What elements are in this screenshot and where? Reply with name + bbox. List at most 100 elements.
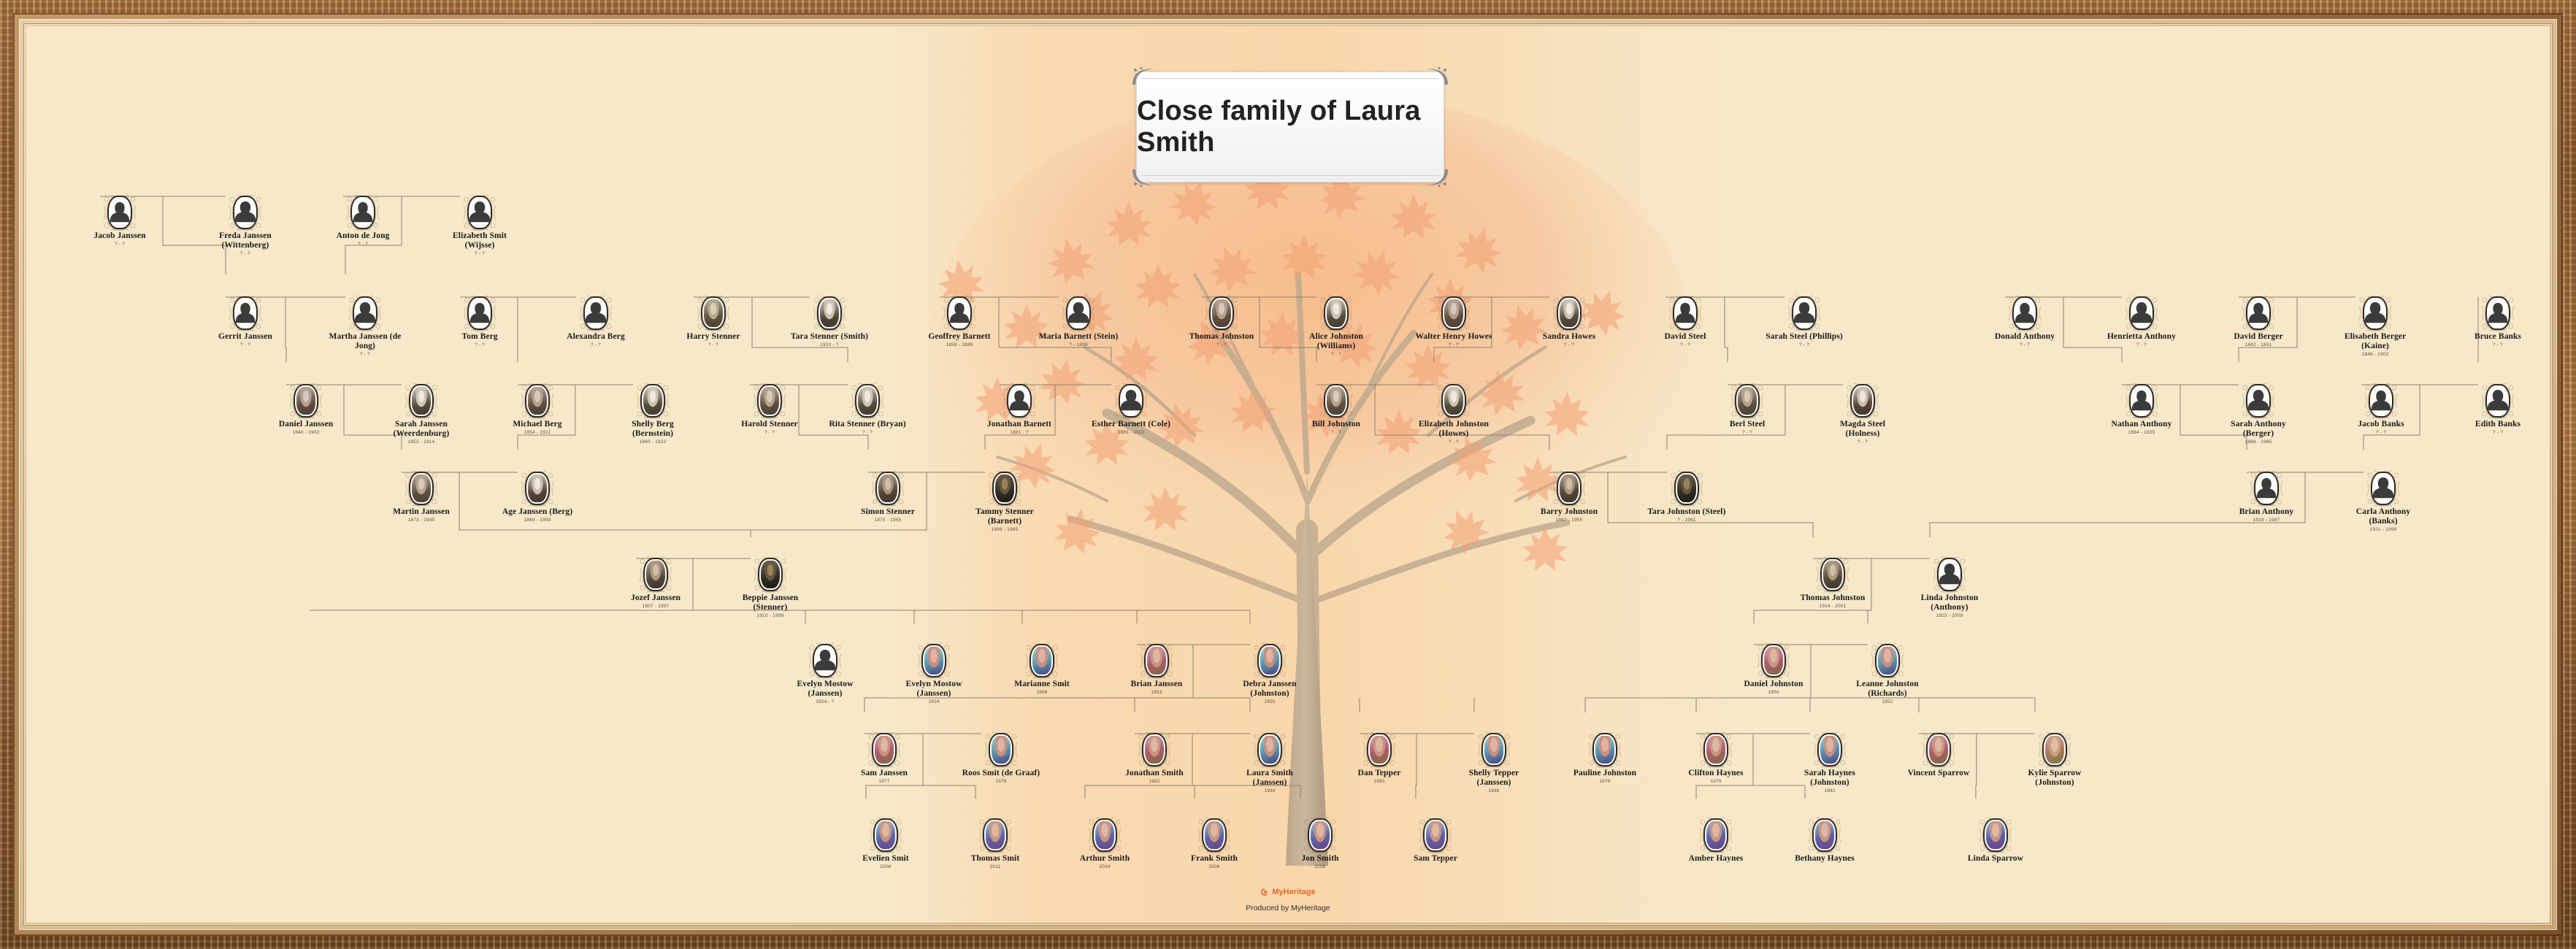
avatar[interactable] <box>521 470 554 507</box>
person-node-thomas-smit[interactable]: Thomas Smit 2011 <box>940 817 1050 870</box>
avatar[interactable] <box>405 383 438 419</box>
person-node-esther-barnett[interactable]: Esther Barnett (Cole) 1883 - 1922 <box>1076 383 1186 436</box>
myheritage-logo[interactable]: MyHeritage <box>1260 888 1316 896</box>
avatar[interactable] <box>229 194 262 231</box>
person-node-jonathan-barnett[interactable]: Jonathan Barnett 1881 - ? <box>965 383 1074 436</box>
person-node-beppie-janssen[interactable]: Beppie Janssen (Stenner) 1910 - 1999 <box>716 556 825 619</box>
avatar[interactable] <box>1813 731 1847 768</box>
avatar[interactable] <box>1588 731 1622 768</box>
avatar[interactable] <box>1816 556 1849 593</box>
avatar[interactable] <box>1362 731 1396 768</box>
avatar[interactable] <box>1757 642 1790 679</box>
avatar[interactable] <box>289 383 323 419</box>
avatar[interactable] <box>1477 731 1511 768</box>
person-node-martin-janssen[interactable]: Martin Janssen 1873 - 1945 <box>367 470 476 523</box>
person-node-david-berger[interactable]: David Berger 1842 - 1891 <box>2204 295 2313 348</box>
person-node-anton-de-jong[interactable]: Anton de Jong? - ? <box>308 194 418 247</box>
avatar[interactable] <box>463 194 497 231</box>
avatar[interactable] <box>1670 470 1703 507</box>
avatar[interactable] <box>851 383 884 419</box>
person-node-edith-banks[interactable]: Edith Banks? - ? <box>2443 383 2550 436</box>
avatar[interactable] <box>1787 295 1821 331</box>
avatar[interactable] <box>579 295 613 331</box>
person-node-barry-johnston[interactable]: Barry Johnston 1887 - 1955 <box>1514 470 1624 523</box>
person-node-rita-stenner[interactable]: Rita Stenner (Bryan)? - ? <box>813 383 922 436</box>
avatar[interactable] <box>1979 817 2012 853</box>
person-node-nathan-anthony[interactable]: Nathan Anthony 1884 - 1935 <box>2087 383 2196 436</box>
avatar[interactable] <box>2008 295 2042 331</box>
avatar[interactable] <box>754 556 787 593</box>
person-node-tara-stenner[interactable]: Tara Stenner (Smith) 1910 - ? <box>775 295 884 348</box>
person-node-simon-stenner[interactable]: Simon Stenner 1875 - 1955 <box>833 470 943 523</box>
avatar[interactable] <box>2242 383 2275 419</box>
person-node-tom-berg[interactable]: Tom Berg? - ? <box>425 295 534 348</box>
avatar[interactable] <box>2364 383 2398 419</box>
person-node-brian-janssen[interactable]: Brian Janssen 1953 <box>1102 642 1211 696</box>
avatar[interactable] <box>1197 817 1231 853</box>
avatar[interactable] <box>1552 295 1586 331</box>
person-node-evelien-smit[interactable]: Evelien Smit 2008 <box>831 817 940 870</box>
avatar[interactable] <box>1871 642 1904 679</box>
person-node-kylie-sparrow[interactable]: Kylie Sparrow (Johnston) <box>2000 731 2109 788</box>
person-node-magda-steel[interactable]: Magda Steel (Holness)? - ? <box>1808 383 1917 445</box>
person-node-jacob-banks[interactable]: Jacob Banks? - ? <box>2326 383 2436 436</box>
person-node-sam-tepper[interactable]: Sam Tepper <box>1381 817 1490 864</box>
person-node-david-steel[interactable]: David Steel? - ? <box>1630 295 1740 348</box>
avatar[interactable] <box>1140 642 1173 679</box>
avatar[interactable] <box>943 295 976 331</box>
person-node-arthur-smith[interactable]: Arthur Smith 2004 <box>1050 817 1159 870</box>
person-node-linda-johnston[interactable]: Linda Johnston (Anthony) 1915 - 2009 <box>1895 556 2004 619</box>
avatar[interactable] <box>984 731 1018 768</box>
person-node-jacob-janssen[interactable]: Jacob Janssen? - ? <box>65 194 175 247</box>
person-node-maria-barnett[interactable]: Maria Barnett (Stein)? - 1899 <box>1024 295 1133 348</box>
person-node-brian-anthony[interactable]: Brian Anthony 1918 - 1987 <box>2212 470 2321 523</box>
person-node-sarah-steel[interactable]: Sarah Steel (Phillips)? - ? <box>1749 295 1859 348</box>
avatar[interactable] <box>1419 817 1452 853</box>
avatar[interactable] <box>2481 383 2515 419</box>
avatar[interactable] <box>2038 731 2071 768</box>
person-node-elisabeth-berger[interactable]: Elisabeth Berger (Kaine) 1848 - 1902 <box>2320 295 2430 358</box>
avatar[interactable] <box>103 194 137 231</box>
person-node-pauline-johnston[interactable]: Pauline Johnston 1979 <box>1550 731 1660 785</box>
person-node-harold-stenner[interactable]: Harold Stenner? - ? <box>715 383 824 436</box>
avatar[interactable] <box>229 295 262 331</box>
person-node-tammy-stenner[interactable]: Tammy Stenner (Barnett) 1886 - 1965 <box>950 470 1059 533</box>
avatar[interactable] <box>869 817 902 853</box>
avatar[interactable] <box>1933 556 1966 593</box>
person-node-age-janssen[interactable]: Age Janssen (Berg) 1889 - 1959 <box>483 470 592 523</box>
avatar[interactable] <box>1668 295 1702 331</box>
avatar[interactable] <box>405 470 438 507</box>
avatar[interactable] <box>917 642 951 679</box>
person-node-roos-smit[interactable]: Roos Smit (de Graaf) 1979 <box>946 731 1056 785</box>
person-node-bethany-haynes[interactable]: Bethany Haynes <box>1770 817 1879 864</box>
avatar[interactable] <box>2366 470 2400 507</box>
avatar[interactable] <box>1138 731 1171 768</box>
avatar[interactable] <box>1552 470 1586 507</box>
person-node-laura-smith[interactable]: Laura Smith (Janssen) 1984 <box>1215 731 1325 794</box>
avatar[interactable] <box>636 383 670 419</box>
avatar[interactable] <box>2250 470 2283 507</box>
person-node-walter-henry-howes[interactable]: Walter Henry Howes? - ? <box>1399 295 1509 348</box>
person-node-michael-berg[interactable]: Michael Berg 1854 - 1911 <box>483 383 592 436</box>
person-node-elizabeth-smit[interactable]: Elizabeth Smit (Wijsse)? - ? <box>425 194 534 257</box>
person-node-daniel-johnston[interactable]: Daniel Johnston 1950 <box>1719 642 1828 696</box>
avatar[interactable] <box>346 194 380 231</box>
avatar[interactable] <box>2125 383 2158 419</box>
person-node-thomas-johnston-jr[interactable]: Thomas Johnston 1914 - 2001 <box>1778 556 1887 610</box>
person-node-tara-johnston[interactable]: Tara Johnston (Steel)? - 1961 <box>1632 470 1741 523</box>
person-node-daniel-janssen[interactable]: Daniel Janssen 1840 - 1902 <box>251 383 361 436</box>
person-node-donald-anthony[interactable]: Donald Anthony? - ? <box>1970 295 2079 348</box>
person-node-evelyn-mostow-2[interactable]: Evelyn Mostow (Janssen) 1924 <box>879 642 989 705</box>
avatar[interactable] <box>639 556 672 593</box>
person-node-harry-stenner[interactable]: Harry Stenner? - ? <box>659 295 768 348</box>
avatar[interactable] <box>1699 731 1733 768</box>
person-node-linda-sparrow[interactable]: Linda Sparrow <box>1941 817 2050 864</box>
person-node-jon-smith[interactable]: Jon Smith 2008 <box>1265 817 1375 870</box>
avatar[interactable] <box>1730 383 1764 419</box>
avatar[interactable] <box>1846 383 1879 419</box>
person-node-evelyn-mostow-1[interactable]: Evelyn Mostow (Janssen) 1924 - ? <box>770 642 880 705</box>
avatar[interactable] <box>697 295 730 331</box>
avatar[interactable] <box>1319 383 1353 419</box>
avatar[interactable] <box>867 731 901 768</box>
avatar[interactable] <box>1003 383 1036 419</box>
